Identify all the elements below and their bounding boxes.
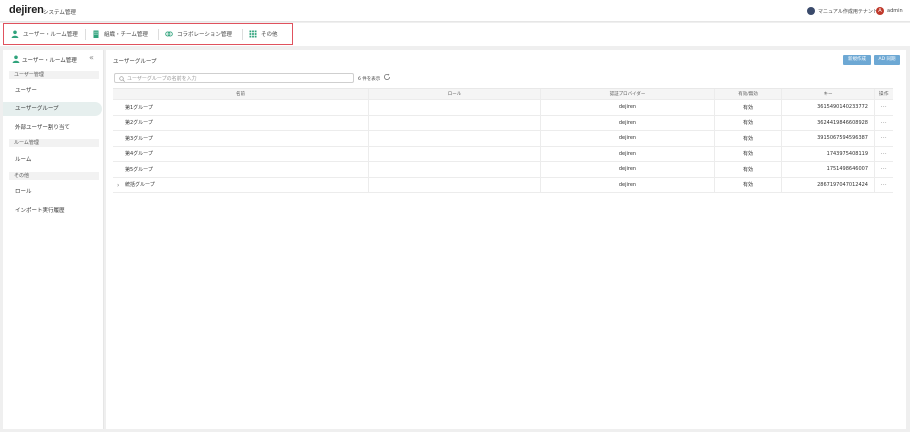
cell-role — [369, 115, 541, 130]
sidebar-item-role[interactable]: ロール — [3, 185, 102, 199]
cell-status: 有効 — [715, 131, 782, 146]
system-title: システム管理 — [43, 10, 76, 16]
tenant-icon[interactable] — [807, 7, 815, 15]
search-input[interactable] — [127, 75, 347, 82]
cell-key: 2867197047012424 — [782, 177, 875, 192]
sidebar-section-room-mgmt: ルーム管理 — [9, 139, 99, 147]
table-row[interactable]: 第2グループ dejiren 有効 3624419846608928 ··· — [113, 115, 893, 131]
sidebar-item-user-group[interactable]: ユーザーグループ — [3, 102, 102, 116]
table-row[interactable]: 第5グループ dejiren 有効 1751498646007 ··· — [113, 162, 893, 178]
sidebar-item-external-user[interactable]: 外部ユーザー割り当て — [3, 121, 102, 135]
cell-status: 有効 — [715, 146, 782, 161]
cell-role — [369, 177, 541, 192]
main-panel: ユーザーグループ 新規作成 AD 同期 6 件を表示 名前 ロール 認証プロバイ… — [106, 50, 906, 429]
page-title: ユーザーグループ — [113, 59, 157, 65]
row-menu-icon[interactable]: ··· — [875, 100, 893, 115]
cell-provider: dejiren — [541, 115, 715, 130]
row-menu-icon[interactable]: ··· — [875, 116, 893, 131]
cell-status: 有効 — [715, 162, 782, 177]
cell-provider: dejiren — [541, 131, 715, 146]
cell-key: 1743975408119 — [782, 146, 875, 161]
user-name[interactable]: admin — [887, 8, 903, 14]
cell-role — [369, 162, 541, 177]
cell-provider: dejiren — [541, 177, 715, 192]
cell-name: 第3グループ — [113, 131, 369, 146]
table-row[interactable]: 第4グループ dejiren 有効 1743975408119 ··· — [113, 146, 893, 162]
user-group-table: 名前 ロール 認証プロバイダー 有効/無効 キー 操作 第1グループ dejir… — [113, 88, 893, 193]
table-header-row: 名前 ロール 認証プロバイダー 有効/無効 キー 操作 — [113, 88, 893, 100]
col-header-provider[interactable]: 認証プロバイダー — [541, 89, 715, 99]
table-row[interactable]: › 統括グループ dejiren 有効 2867197047012424 ··· — [113, 177, 893, 193]
cell-status: 有効 — [715, 177, 782, 192]
cell-status: 有効 — [715, 100, 782, 115]
tenant-name[interactable]: マニュアル作成用テナント — [818, 8, 878, 15]
cell-role — [369, 131, 541, 146]
search-box[interactable] — [114, 73, 354, 83]
sidebar-header: ユーザー・ルーム管理 « — [3, 50, 104, 68]
cell-name: 第5グループ — [113, 162, 369, 177]
sidebar: ユーザー・ルーム管理 « ユーザー管理 ユーザー ユーザーグループ 外部ユーザー… — [3, 50, 104, 429]
search-icon — [119, 76, 125, 82]
app-header: dejiren システム管理 マニュアル作成用テナント A admin — [0, 0, 910, 22]
row-menu-icon[interactable]: ··· — [875, 147, 893, 162]
cell-role — [369, 100, 541, 115]
row-menu-icon[interactable]: ··· — [875, 178, 893, 193]
cell-name: 第4グループ — [113, 146, 369, 161]
cell-provider: dejiren — [541, 162, 715, 177]
col-header-actions: 操作 — [879, 92, 889, 97]
cell-name: 第1グループ — [113, 100, 369, 115]
cell-key: 3624419846608928 — [782, 115, 875, 130]
result-count: 6 件を表示 — [358, 77, 381, 82]
sidebar-item-room[interactable]: ルーム — [3, 153, 102, 167]
sidebar-section-user-mgmt: ユーザー管理 — [9, 71, 99, 79]
sidebar-item-import-history[interactable]: インポート実行履歴 — [3, 204, 102, 218]
user-icon — [12, 55, 20, 63]
cell-name: 統括グループ — [113, 177, 369, 192]
refresh-icon[interactable] — [383, 73, 391, 81]
cell-role — [369, 146, 541, 161]
cell-name: 第2グループ — [113, 115, 369, 130]
row-menu-icon[interactable]: ··· — [875, 162, 893, 177]
col-header-status[interactable]: 有効/無効 — [715, 89, 782, 99]
cell-status: 有効 — [715, 115, 782, 130]
cell-provider: dejiren — [541, 146, 715, 161]
sidebar-section-other: その他 — [9, 172, 99, 180]
sidebar-title: ユーザー・ルーム管理 — [22, 58, 77, 64]
cell-provider: dejiren — [541, 100, 715, 115]
new-button[interactable]: 新規作成 — [843, 55, 871, 65]
app-logo[interactable]: dejiren — [9, 4, 44, 16]
highlight-frame — [3, 23, 293, 45]
col-header-name[interactable]: 名前 — [113, 89, 369, 99]
table-row[interactable]: 第3グループ dejiren 有効 3915067594596387 ··· — [113, 131, 893, 147]
col-header-role[interactable]: ロール — [369, 89, 541, 99]
avatar[interactable]: A — [876, 7, 884, 15]
table-row[interactable]: 第1グループ dejiren 有効 3615490140233772 ··· — [113, 100, 893, 116]
sidebar-item-user[interactable]: ユーザー — [3, 84, 102, 98]
ad-sync-button[interactable]: AD 同期 — [874, 55, 900, 65]
tab-bar: ユーザー・ルーム管理 組織・チーム管理 コラボレーション管理 その他 — [0, 23, 910, 46]
col-header-key[interactable]: キー — [782, 89, 875, 99]
row-menu-icon[interactable]: ··· — [875, 131, 893, 146]
cell-key: 3615490140233772 — [782, 100, 875, 115]
cell-key: 3915067594596387 — [782, 131, 875, 146]
cell-key: 1751498646007 — [782, 162, 875, 177]
collapse-sidebar-icon[interactable]: « — [89, 54, 94, 62]
